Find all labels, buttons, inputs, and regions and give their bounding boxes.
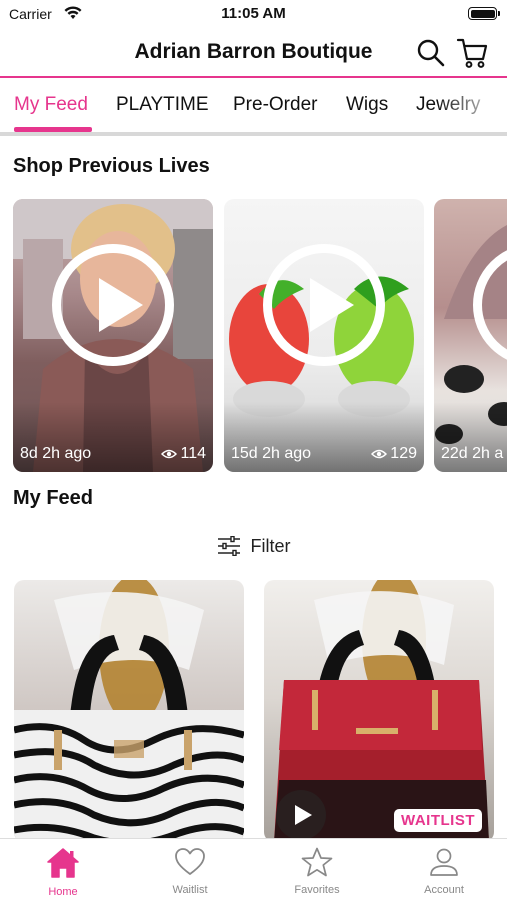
live-views: 129 [371,445,417,463]
nav-home[interactable]: Home [13,847,113,898]
play-icon[interactable] [263,244,385,366]
bottom-navigation: Home Waitlist Favorites Account [0,838,507,900]
live-card[interactable]: 8d 2h ago 114 [13,199,213,472]
previous-lives-carousel[interactable]: 8d 2h ago 114 15d 2h ago 129 22d 2h a [0,199,507,473]
app-header: Adrian Barron Boutique [0,28,507,78]
live-card[interactable]: 15d 2h ago 129 [224,199,424,472]
home-icon [47,848,79,878]
tab-pre-order[interactable]: Pre-Order [233,94,317,116]
heart-icon [175,848,205,875]
live-card[interactable]: 22d 2h a [434,199,507,472]
filter-button[interactable]: Filter [0,531,507,561]
live-time-ago: 15d 2h ago [231,445,312,462]
filter-label: Filter [250,535,291,556]
cart-icon[interactable] [456,36,490,70]
category-tabs: My Feed PLAYTIME Pre-Order Wigs Jewelry [0,80,507,136]
nav-favorites-label: Favorites [294,884,340,896]
active-tab-indicator [14,127,92,132]
nav-waitlist[interactable]: Waitlist [140,847,240,896]
filter-sliders-icon [217,536,240,556]
live-view-count: 114 [180,445,206,462]
search-icon[interactable] [416,38,446,68]
live-views: 114 [161,445,206,463]
feed-product-card[interactable]: WAITLIST [264,580,494,842]
feed-product-card[interactable] [14,580,244,842]
nav-favorites[interactable]: Favorites [267,847,367,896]
nav-waitlist-label: Waitlist [172,884,208,896]
previous-lives-title: Shop Previous Lives [13,155,210,177]
battery-icon [468,7,500,20]
nav-account[interactable]: Account [394,847,494,896]
tab-wigs[interactable]: Wigs [346,94,388,116]
tabs-fade [437,80,507,132]
video-play-button[interactable] [276,790,326,840]
my-feed-title: My Feed [13,487,94,509]
live-time-ago: 8d 2h ago [20,445,92,462]
nav-account-label: Account [424,884,464,896]
star-icon [301,847,333,877]
eye-icon [161,449,178,459]
eye-icon [371,449,388,459]
tab-my-feed[interactable]: My Feed [14,94,88,116]
status-time: 11:05 AM [221,5,286,22]
play-icon[interactable] [52,244,174,366]
live-view-count: 129 [390,445,417,462]
waitlist-badge: WAITLIST [394,809,482,832]
tab-playtime[interactable]: PLAYTIME [116,94,209,116]
product-thumbnail [14,580,244,842]
live-time-ago: 22d 2h a [441,445,504,462]
person-icon [430,848,458,876]
nav-home-label: Home [48,886,78,898]
status-bar: Carrier 11:05 AM [0,0,507,28]
